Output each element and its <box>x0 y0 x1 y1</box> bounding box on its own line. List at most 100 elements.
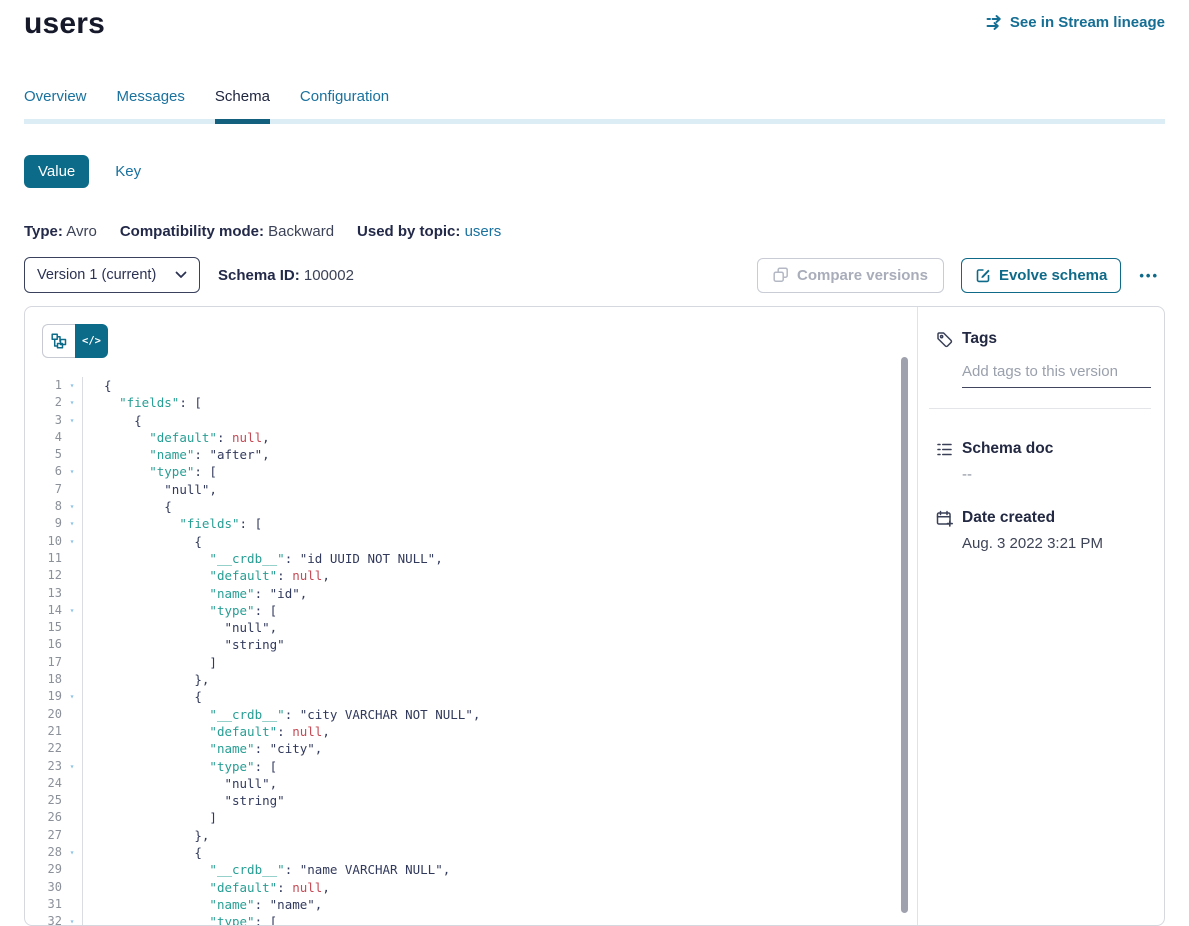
code-line: 18 }, <box>25 671 917 688</box>
line-number: 26 <box>25 809 62 826</box>
code-line: 11 "__crdb__": "id UUID NOT NULL", <box>25 550 917 567</box>
code-text: ] <box>83 654 217 671</box>
editor-toolbar: </> <box>25 307 917 358</box>
code-pane: </> 1▾ {2▾ "fields": [3▾ {4 "default": n… <box>25 307 918 925</box>
tab-overview[interactable]: Overview <box>24 88 87 119</box>
code-text: "default": null, <box>83 429 270 446</box>
code-text: "null", <box>83 775 277 792</box>
line-number: 2 <box>25 394 62 411</box>
fold-arrow-icon[interactable]: ▾ <box>62 515 83 532</box>
code-text: "fields": [ <box>83 515 262 532</box>
date-created-value: Aug. 3 2022 3:21 PM <box>962 535 1151 552</box>
fold-arrow-icon[interactable]: ▾ <box>62 688 83 705</box>
line-number: 18 <box>25 671 62 688</box>
schema-controls-row: Version 1 (current) Schema ID: 100002 Co… <box>24 257 1165 293</box>
fold-arrow-icon[interactable]: ▾ <box>62 377 83 394</box>
line-number: 21 <box>25 723 62 740</box>
code-text: "__crdb__": "city VARCHAR NOT NULL", <box>83 706 480 723</box>
code-line: 5 "name": "after", <box>25 446 917 463</box>
chevron-down-icon <box>175 271 187 279</box>
fold-gutter <box>62 740 83 757</box>
code-view-icon: </> <box>82 335 101 347</box>
code-text: { <box>83 844 202 861</box>
line-number: 6 <box>25 463 62 480</box>
ellipsis-icon: ••• <box>1139 268 1159 283</box>
code-text: "default": null, <box>83 723 330 740</box>
tree-view-button[interactable] <box>42 324 75 358</box>
fold-gutter <box>62 879 83 896</box>
code-line: 3▾ { <box>25 412 917 429</box>
fold-arrow-icon[interactable]: ▾ <box>62 913 83 926</box>
code-line: 15 "null", <box>25 619 917 636</box>
code-line: 1▾ { <box>25 377 917 394</box>
code-text: { <box>83 377 112 394</box>
schema-sidebar: Tags Schema doc -- <box>918 307 1165 925</box>
code-line: 22 "name": "city", <box>25 740 917 757</box>
compare-versions-button[interactable]: Compare versions <box>757 258 944 293</box>
topic-meta: Used by topic: users <box>357 223 501 240</box>
schema-id-label: Schema ID: <box>218 267 300 284</box>
value-toggle-button[interactable]: Value <box>24 155 89 188</box>
code-text: { <box>83 412 142 429</box>
fold-arrow-icon[interactable]: ▾ <box>62 844 83 861</box>
more-actions-button[interactable]: ••• <box>1133 267 1165 284</box>
version-select[interactable]: Version 1 (current) <box>24 257 200 293</box>
fold-arrow-icon[interactable]: ▾ <box>62 394 83 411</box>
fold-gutter <box>62 585 83 602</box>
compatibility-value: Backward <box>268 223 334 240</box>
fold-arrow-icon[interactable]: ▾ <box>62 602 83 619</box>
date-created-heading: Date created <box>962 509 1055 527</box>
fold-gutter <box>62 827 83 844</box>
code-text: "null", <box>83 619 277 636</box>
schema-id: Schema ID: 100002 <box>218 267 354 284</box>
schema-doc-value: -- <box>962 466 1151 483</box>
code-text: "null", <box>83 481 217 498</box>
line-number: 29 <box>25 861 62 878</box>
code-line: 14▾ "type": [ <box>25 602 917 619</box>
fold-gutter <box>62 896 83 913</box>
line-number: 12 <box>25 567 62 584</box>
type-meta: Type: Avro <box>24 223 97 240</box>
schema-page: users See in Stream lineage Overview Mes… <box>0 6 1189 926</box>
tags-heading-row: Tags <box>936 330 1151 348</box>
tags-input[interactable] <box>962 361 1151 388</box>
fold-gutter <box>62 706 83 723</box>
editor-scrollbar[interactable] <box>901 357 908 913</box>
key-toggle-link[interactable]: Key <box>115 163 141 180</box>
fold-gutter <box>62 446 83 463</box>
line-number: 22 <box>25 740 62 757</box>
fold-gutter <box>62 636 83 653</box>
fold-arrow-icon[interactable]: ▾ <box>62 498 83 515</box>
fold-gutter <box>62 723 83 740</box>
topic-link[interactable]: users <box>465 223 502 240</box>
fold-arrow-icon[interactable]: ▾ <box>62 533 83 550</box>
schema-id-value: 100002 <box>304 267 354 284</box>
evolve-schema-button[interactable]: Evolve schema <box>961 258 1121 293</box>
schema-meta-row: Type: Avro Compatibility mode: Backward … <box>24 223 1165 240</box>
fold-arrow-icon[interactable]: ▾ <box>62 412 83 429</box>
stream-lineage-link[interactable]: See in Stream lineage <box>986 14 1165 31</box>
code-line: 26 ] <box>25 809 917 826</box>
type-label: Type: <box>24 223 63 240</box>
fold-gutter <box>62 654 83 671</box>
line-number: 28 <box>25 844 62 861</box>
code-view-button[interactable]: </> <box>75 324 108 358</box>
fold-gutter <box>62 775 83 792</box>
code-line: 13 "name": "id", <box>25 585 917 602</box>
tab-configuration[interactable]: Configuration <box>300 88 389 119</box>
tab-schema[interactable]: Schema <box>215 88 270 119</box>
code-text: "__crdb__": "id UUID NOT NULL", <box>83 550 443 567</box>
fold-arrow-icon[interactable]: ▾ <box>62 758 83 775</box>
code-line: 7 "null", <box>25 481 917 498</box>
code-text: "name": "id", <box>83 585 307 602</box>
fold-arrow-icon[interactable]: ▾ <box>62 463 83 480</box>
tag-icon <box>936 331 953 348</box>
schema-doc-heading-row: Schema doc <box>936 440 1151 458</box>
schema-panel: </> 1▾ {2▾ "fields": [3▾ {4 "default": n… <box>24 306 1165 926</box>
version-select-value: Version 1 (current) <box>37 267 156 283</box>
calendar-plus-icon <box>936 510 953 527</box>
tab-messages[interactable]: Messages <box>117 88 185 119</box>
fold-gutter <box>62 671 83 688</box>
code-line: 20 "__crdb__": "city VARCHAR NOT NULL", <box>25 706 917 723</box>
topic-label: Used by topic: <box>357 223 460 240</box>
